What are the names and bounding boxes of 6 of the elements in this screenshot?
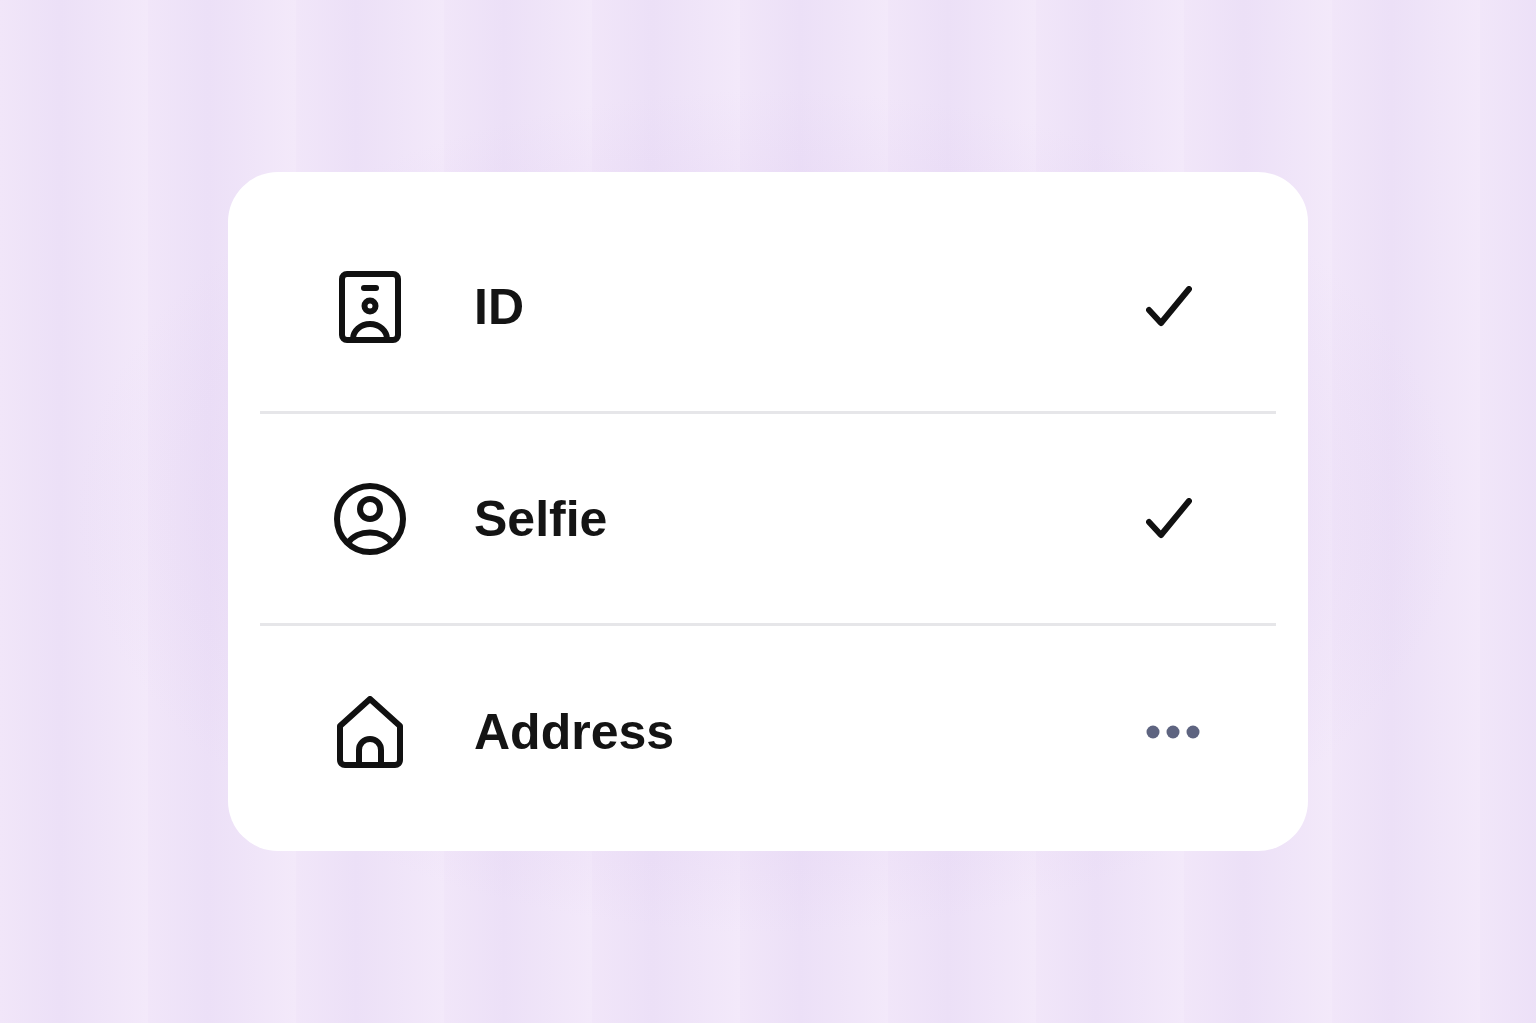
step-label: ID (474, 277, 524, 336)
user-circle-icon (334, 482, 406, 555)
step-label: Address (474, 703, 675, 761)
step-label: Selfie (474, 489, 608, 548)
id-card-icon (339, 270, 401, 343)
house-icon (337, 696, 403, 768)
